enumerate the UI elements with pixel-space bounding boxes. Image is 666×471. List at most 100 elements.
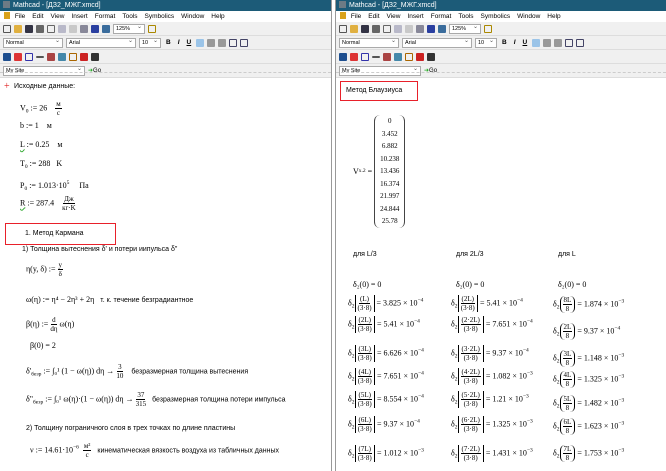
matrix-icon[interactable]: [361, 52, 369, 61]
boolean-icon[interactable]: [58, 52, 66, 61]
menu-edit[interactable]: Edit: [32, 13, 43, 20]
den: (3·8): [357, 400, 372, 408]
align-left-icon[interactable]: [532, 38, 541, 47]
menu-view[interactable]: View: [51, 13, 65, 20]
underline-button[interactable]: U: [521, 39, 530, 46]
delta1-definition: δ'безр := ∫₀¹ (1 − ω(η)) dη → 3 10 безраз…: [26, 363, 248, 380]
menu-help[interactable]: Help: [211, 13, 224, 20]
value: = 1.482 × 10: [577, 398, 619, 408]
calculator-icon[interactable]: [339, 52, 347, 61]
menu-window[interactable]: Window: [181, 13, 204, 20]
align-right-icon[interactable]: [218, 38, 227, 47]
menu-tools[interactable]: Tools: [122, 13, 137, 20]
font-select[interactable]: Arial: [402, 37, 472, 48]
menu-symbolics[interactable]: Symbolics: [145, 13, 175, 20]
style-select[interactable]: Normal: [339, 37, 399, 48]
size-select[interactable]: 10: [139, 37, 161, 48]
menu-format[interactable]: Format: [431, 13, 452, 20]
cut-icon[interactable]: [394, 24, 402, 33]
symbolic-icon[interactable]: [427, 52, 435, 61]
numbering-icon[interactable]: [576, 38, 585, 47]
calculus-icon[interactable]: [383, 52, 391, 61]
worksheet-right[interactable]: Метод Блаузиуса Vx.2 = 0 3.452 6.882 10.238…: [336, 72, 666, 471]
bold-button[interactable]: B: [164, 39, 173, 46]
menu-file[interactable]: File: [15, 13, 25, 20]
new-icon[interactable]: [339, 24, 347, 33]
den: 8: [565, 305, 570, 313]
italic-button[interactable]: I: [176, 39, 182, 46]
align-left-icon[interactable]: [196, 38, 205, 47]
matrix-element: 13.436: [380, 167, 400, 175]
matrix-icon[interactable]: [25, 52, 33, 61]
font-select[interactable]: Arial: [66, 37, 136, 48]
open-icon[interactable]: [350, 24, 358, 33]
open-icon[interactable]: [14, 24, 22, 33]
print-icon[interactable]: [372, 24, 380, 33]
italic-button[interactable]: I: [512, 39, 518, 46]
size-select[interactable]: 10: [475, 37, 497, 48]
argument-frac: 7L 8: [562, 445, 573, 462]
cut-icon[interactable]: [58, 24, 66, 33]
save-icon[interactable]: [25, 24, 33, 33]
bullets-icon[interactable]: [229, 38, 238, 47]
matrix-element: 0: [388, 117, 392, 125]
delta-result: δ2 (2·2L) (3·8) = 7.651 × 10−4: [451, 316, 533, 333]
paste-icon[interactable]: [416, 24, 424, 33]
calculate-icon[interactable]: [91, 24, 99, 33]
bullets-icon[interactable]: [565, 38, 574, 47]
align-center-icon[interactable]: [543, 38, 552, 47]
menu-insert[interactable]: Insert: [407, 13, 423, 20]
print-preview-icon[interactable]: [383, 24, 391, 33]
evaluation-icon[interactable]: [372, 55, 380, 58]
calculator-icon[interactable]: [3, 52, 11, 61]
help-icon[interactable]: [484, 24, 492, 33]
exponent: −4: [522, 347, 529, 354]
new-icon[interactable]: [3, 24, 11, 33]
bold-button[interactable]: B: [500, 39, 509, 46]
menu-insert[interactable]: Insert: [71, 13, 87, 20]
greek-icon[interactable]: [416, 52, 424, 61]
evaluation-icon[interactable]: [36, 55, 44, 58]
matrix-element: 3.452: [381, 129, 398, 138]
value: = 1.874 × 10: [577, 299, 619, 309]
worksheet-left[interactable]: + Исходные данные: V0 := 26 мс b := 1 м …: [0, 72, 331, 471]
graph-icon[interactable]: [14, 52, 22, 61]
menu-tools[interactable]: Tools: [458, 13, 473, 20]
document-icon[interactable]: [4, 12, 10, 19]
style-select[interactable]: Normal: [3, 37, 63, 48]
paste-icon[interactable]: [80, 24, 88, 33]
zoom-select[interactable]: 125%: [113, 23, 145, 34]
calculus-icon[interactable]: [47, 52, 55, 61]
window-title: Mathcad - [ДЗ2_МЖГ.xmcd]: [13, 2, 101, 9]
print-preview-icon[interactable]: [47, 24, 55, 33]
underline-button[interactable]: U: [185, 39, 194, 46]
menu-symbolics[interactable]: Symbolics: [481, 13, 511, 20]
resource-icon[interactable]: [102, 24, 110, 33]
menu-format[interactable]: Format: [95, 13, 116, 20]
align-right-icon[interactable]: [554, 38, 563, 47]
programming-icon[interactable]: [405, 52, 413, 61]
align-center-icon[interactable]: [207, 38, 216, 47]
print-icon[interactable]: [36, 24, 44, 33]
graph-icon[interactable]: [350, 52, 358, 61]
den: (3·8): [357, 377, 372, 385]
copy-icon[interactable]: [69, 24, 77, 33]
menu-edit[interactable]: Edit: [368, 13, 379, 20]
help-icon[interactable]: [148, 24, 156, 33]
numbering-icon[interactable]: [240, 38, 249, 47]
save-icon[interactable]: [361, 24, 369, 33]
menu-file[interactable]: File: [351, 13, 361, 20]
document-icon[interactable]: [340, 12, 346, 19]
programming-icon[interactable]: [69, 52, 77, 61]
den: (3·8): [460, 304, 475, 312]
zoom-select[interactable]: 125%: [449, 23, 481, 34]
menu-window[interactable]: Window: [517, 13, 540, 20]
symbolic-icon[interactable]: [91, 52, 99, 61]
calculate-icon[interactable]: [427, 24, 435, 33]
menu-help[interactable]: Help: [547, 13, 560, 20]
copy-icon[interactable]: [405, 24, 413, 33]
resource-icon[interactable]: [438, 24, 446, 33]
boolean-icon[interactable]: [394, 52, 402, 61]
greek-icon[interactable]: [80, 52, 88, 61]
menu-view[interactable]: View: [387, 13, 401, 20]
